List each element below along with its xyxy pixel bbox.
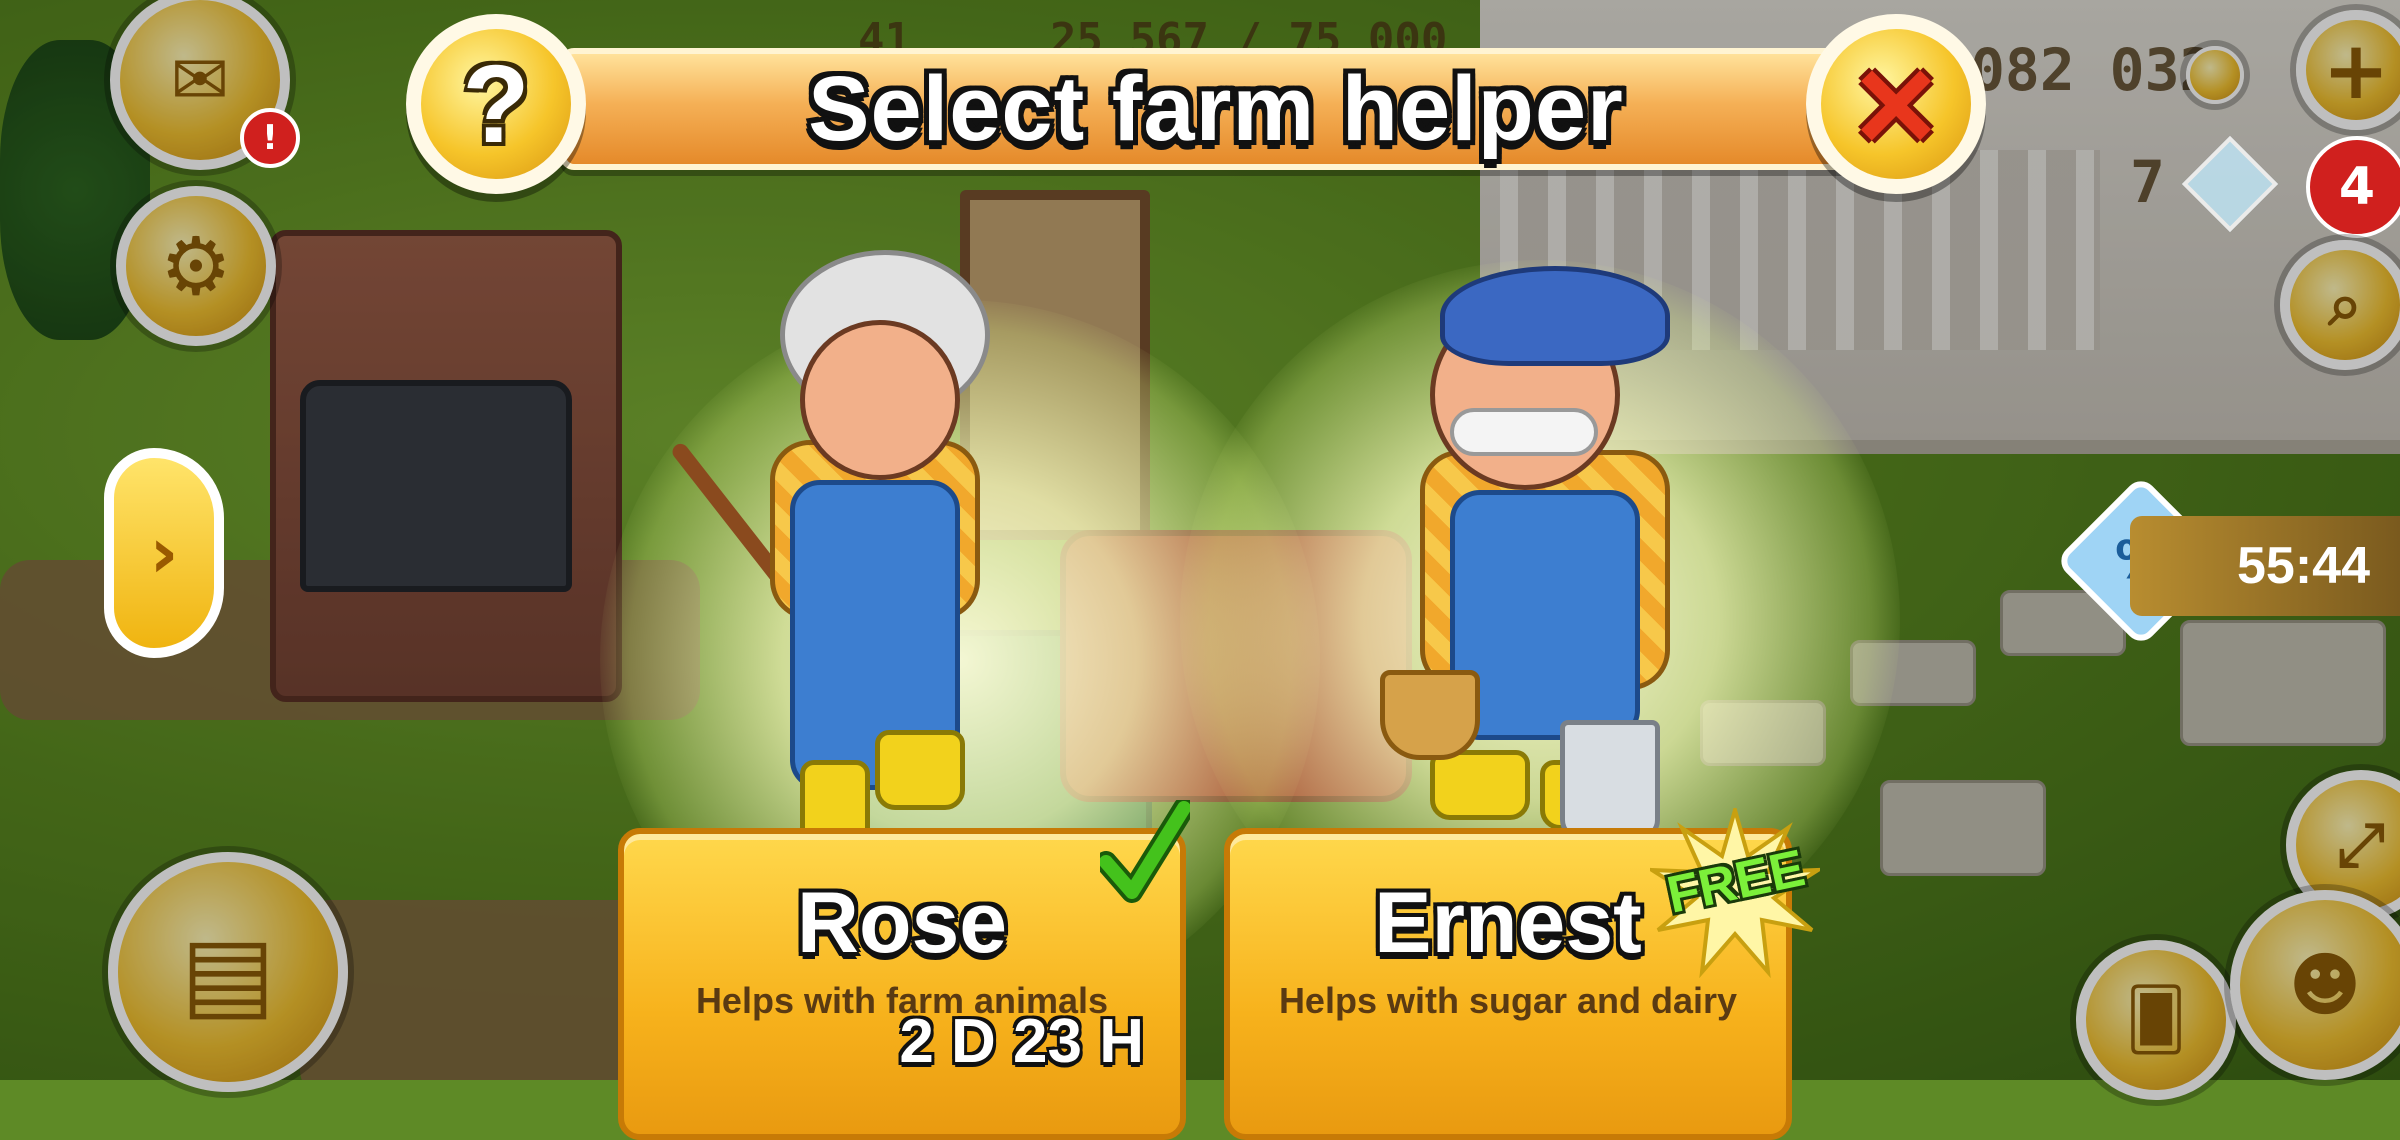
plus-icon: +	[2322, 23, 2390, 117]
question-mark-icon: ?	[421, 29, 571, 179]
check-mark-icon	[1100, 800, 1190, 903]
diamonds-count: 7	[2130, 148, 2165, 216]
helper-timer: 2 D 23 H	[899, 1007, 1144, 1076]
coins-count: 082 032	[1970, 36, 2215, 104]
side-panel-arrow-button[interactable]: ›	[104, 448, 224, 658]
cards-button[interactable]: 🂠	[2076, 940, 2236, 1100]
close-button[interactable]: ×	[1806, 14, 1986, 194]
expand-icon: ⤢	[2337, 810, 2385, 880]
gear-icon: ⚙	[160, 219, 232, 313]
notifications-badge[interactable]: 4	[2306, 136, 2400, 238]
ernest-mustache	[1450, 408, 1598, 456]
coin-icon	[2186, 46, 2244, 104]
rose-boot	[875, 730, 965, 810]
ernest-cap	[1440, 266, 1670, 366]
friends-icon: ☻	[2288, 944, 2362, 1026]
cards-icon: 🂠	[2125, 985, 2187, 1055]
sale-timer-text: 55:44	[2237, 537, 2370, 595]
search-button[interactable]: ⌕	[2280, 240, 2400, 370]
basket	[1380, 670, 1480, 760]
milk-bucket	[1560, 720, 1660, 840]
envelope-icon: ✉	[170, 39, 230, 121]
help-button[interactable]: ?	[406, 14, 586, 194]
close-x-icon: ×	[1821, 25, 1971, 182]
helper-description: Helps with sugar and dairy	[1278, 980, 1738, 1021]
helper-name: Rose	[796, 875, 1008, 971]
shop-button[interactable]: ▤	[108, 852, 348, 1092]
ernest-boot	[1430, 750, 1530, 820]
rose-head	[800, 320, 960, 480]
magnifier-icon: ⌕	[2328, 270, 2362, 340]
cash-register-icon: ▤	[180, 913, 276, 1031]
settings-button[interactable]: ⚙	[116, 186, 276, 346]
dialog-title: Select farm helper	[808, 57, 1624, 160]
mail-alert-badge: !	[240, 108, 300, 168]
sale-timer[interactable]: 55:44	[2130, 516, 2400, 616]
title-banner: Select farm helper	[560, 48, 1872, 170]
chevron-right-icon: ›	[149, 512, 179, 594]
